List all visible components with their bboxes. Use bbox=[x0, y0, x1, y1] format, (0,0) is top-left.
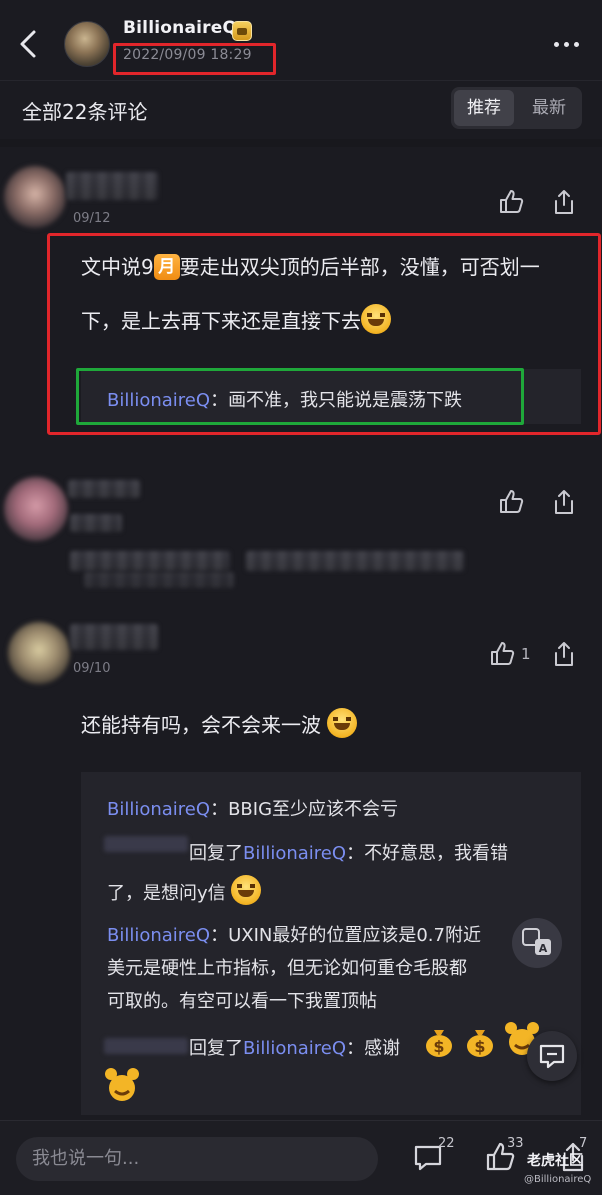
svg-text:$: $ bbox=[474, 1037, 485, 1056]
money-bag-emoji-icon: $ bbox=[463, 1024, 497, 1058]
commenter-name-blurred bbox=[70, 624, 158, 650]
chat-button[interactable] bbox=[527, 1031, 577, 1081]
comment-input[interactable]: 我也说一句... bbox=[16, 1137, 378, 1181]
reply-author-link[interactable]: BillionaireQ bbox=[107, 799, 210, 820]
comments-title: 全部22条评论 bbox=[22, 100, 148, 124]
reply-line-continued: 了，是想问y信 bbox=[107, 875, 262, 906]
commenter-date-blurred bbox=[70, 514, 122, 532]
watermark-username: @BillionaireQ bbox=[524, 1174, 592, 1185]
comment-text: 还能持有吗，会不会来一波 bbox=[81, 698, 358, 752]
header-divider bbox=[0, 80, 602, 81]
vip-badge-icon bbox=[232, 21, 252, 41]
commenter-avatar[interactable] bbox=[4, 477, 68, 541]
watermark-logo: 老虎社区 bbox=[527, 1153, 583, 1169]
grin-emoji-icon bbox=[327, 708, 358, 738]
comment-date: 09/12 bbox=[73, 211, 111, 226]
back-icon[interactable] bbox=[14, 26, 46, 62]
reply-user-blurred bbox=[104, 1038, 188, 1054]
section-divider bbox=[0, 139, 602, 147]
share-icon[interactable] bbox=[550, 188, 578, 216]
reply-author-link[interactable]: BillionaireQ bbox=[243, 843, 346, 864]
comment-text-blurred bbox=[246, 551, 464, 571]
grin-emoji-icon bbox=[231, 875, 262, 905]
svg-text:$: $ bbox=[433, 1037, 444, 1056]
cheering-emoji-icon bbox=[104, 1066, 140, 1104]
translate-button[interactable]: A bbox=[512, 918, 562, 968]
reply-user-blurred bbox=[104, 836, 188, 852]
comment-count: 22 bbox=[438, 1136, 455, 1151]
sort-latest-button[interactable]: 最新 bbox=[519, 90, 579, 126]
like-count-total: 33 bbox=[507, 1136, 524, 1151]
commenter-avatar[interactable] bbox=[8, 622, 70, 684]
share-icon[interactable] bbox=[550, 488, 578, 516]
like-icon[interactable] bbox=[497, 488, 525, 516]
reply-line: BillionaireQ：BBIG至少应该不会亏 bbox=[107, 799, 399, 820]
highlight-box-time bbox=[113, 43, 276, 75]
reply-line: BillionaireQ：UXIN最好的位置应该是0.7附近 美元是硬性上市指标… bbox=[107, 925, 481, 1012]
svg-text:A: A bbox=[539, 942, 548, 955]
share-count: 7 bbox=[579, 1136, 588, 1151]
comment-text-blurred bbox=[84, 572, 234, 588]
reply-line: 回复了BillionaireQ：感谢 bbox=[189, 1038, 401, 1059]
commenter-avatar[interactable] bbox=[4, 166, 66, 228]
author-avatar[interactable] bbox=[64, 21, 110, 67]
share-icon[interactable] bbox=[550, 640, 578, 668]
like-icon[interactable] bbox=[497, 188, 525, 216]
money-bag-emoji-icon: $ bbox=[422, 1024, 456, 1058]
more-options-icon[interactable] bbox=[552, 30, 582, 60]
comment-text-blurred bbox=[70, 551, 230, 571]
reply-author-link[interactable]: BillionaireQ bbox=[107, 925, 210, 946]
commenter-name-blurred bbox=[66, 172, 158, 200]
sort-toggle: 推荐 最新 bbox=[451, 87, 582, 129]
author-name[interactable]: BillionaireQ bbox=[123, 18, 237, 38]
reply-line: 回复了BillionaireQ：不好意思，我看错 bbox=[189, 843, 509, 864]
comment-date: 09/10 bbox=[73, 661, 111, 676]
sort-recommended-button[interactable]: 推荐 bbox=[454, 90, 514, 126]
reply-author-link[interactable]: BillionaireQ bbox=[243, 1038, 346, 1059]
like-count: 1 bbox=[521, 645, 531, 663]
like-icon[interactable] bbox=[488, 640, 516, 668]
commenter-name-blurred bbox=[68, 480, 140, 498]
highlight-box-reply bbox=[76, 368, 524, 425]
